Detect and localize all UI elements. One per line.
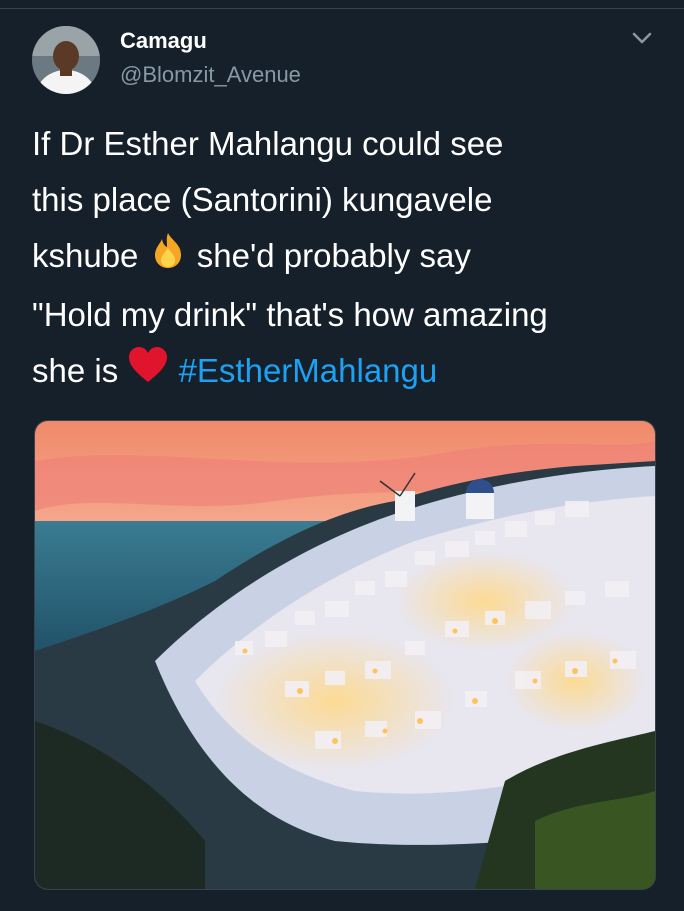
red-heart-emoji (127, 345, 169, 401)
tweet-line: she is #EstherMahlangu (32, 343, 672, 401)
tweet-line-part: she is (32, 351, 119, 389)
tweet-line: If Dr Esther Mahlangu could see (32, 125, 504, 162)
author-name[interactable]: Camagu (120, 28, 207, 54)
author-handle[interactable]: @Blomzit_Avenue (120, 62, 301, 88)
tweet-text: If Dr Esther Mahlangu could see this pla… (32, 116, 672, 401)
avatar[interactable] (32, 26, 100, 94)
hashtag-link[interactable]: #EstherMahlangu (179, 352, 438, 389)
top-divider (0, 0, 684, 9)
tweet-line: this place (Santorini) kungavele (32, 181, 493, 218)
fire-emoji (148, 230, 188, 287)
chevron-down-icon[interactable] (630, 28, 654, 48)
tweet-line: kshube she'd probably say (32, 228, 672, 287)
tweet-line-part: kshube (32, 237, 139, 274)
tweet-photo[interactable] (34, 420, 656, 890)
tweet-line: "Hold my drink" that's how amazing (32, 295, 548, 333)
tweet-line-part: she'd probably say (196, 237, 471, 274)
